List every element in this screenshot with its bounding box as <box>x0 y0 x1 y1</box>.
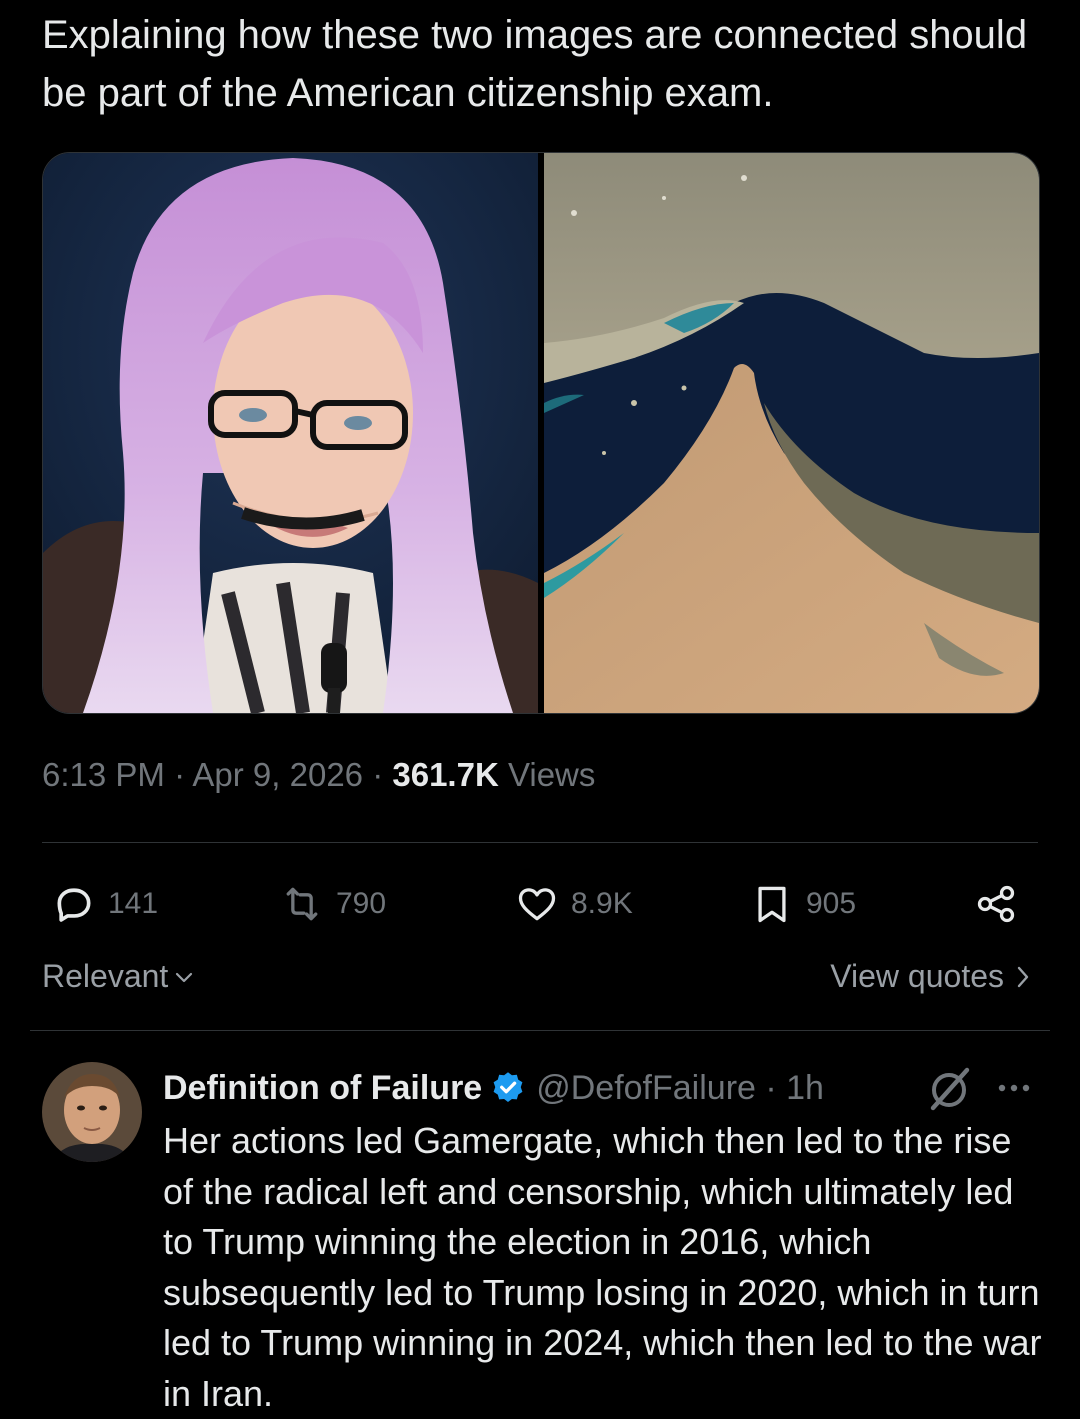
reply-count: 141 <box>108 887 159 920</box>
view-quotes-label: View quotes <box>830 958 1004 994</box>
repost-count: 790 <box>336 887 387 920</box>
views-count: 361.7K <box>392 756 499 793</box>
divider-bottom <box>30 1030 1050 1031</box>
sort-label: Relevant <box>42 958 169 994</box>
tweet-metadata: 6:13 PM · Apr 9, 2026 · 361.7K Views <box>42 756 595 794</box>
chevron-down-icon <box>176 972 193 982</box>
reply-header: Definition of Failure @DefofFailure · 1h <box>163 1060 824 1116</box>
reply-button[interactable]: 141 <box>52 870 158 938</box>
reply-avatar[interactable] <box>42 1062 142 1162</box>
tweet-media[interactable] <box>42 152 1040 714</box>
reply-author-name[interactable]: Definition of Failure <box>163 1069 482 1108</box>
tweet-text: Explaining how these two images are conn… <box>42 13 1028 115</box>
grok-slash-circle-icon[interactable] <box>925 1064 973 1112</box>
reply-text: Her actions led Gamergate, which then le… <box>163 1120 1042 1414</box>
share-icon <box>977 885 1015 923</box>
repost-button[interactable]: 790 <box>280 870 386 938</box>
bookmark-count: 905 <box>806 887 857 920</box>
bookmark-icon <box>758 886 786 923</box>
more-dots-icon[interactable] <box>990 1070 1038 1106</box>
share-button[interactable] <box>974 870 1018 938</box>
satellite-photo-image <box>544 153 1039 713</box>
speech-bubble-icon <box>57 888 91 922</box>
tweet-timestamp[interactable]: 6:13 PM · Apr 9, 2026 · <box>42 756 392 793</box>
view-quotes-link[interactable]: View quotes <box>830 958 1032 995</box>
chevron-right-icon <box>1017 966 1029 987</box>
like-count: 8.9K <box>571 887 633 920</box>
person-photo-image <box>43 153 538 713</box>
avatar-image <box>42 1062 142 1162</box>
divider-top <box>42 842 1038 843</box>
views-label: Views <box>498 756 596 793</box>
sort-relevant-dropdown[interactable]: Relevant <box>42 958 196 995</box>
reply-handle-time[interactable]: @DefofFailure · 1h <box>536 1069 824 1108</box>
bookmark-button[interactable]: 905 <box>750 870 856 938</box>
verified-badge-icon <box>493 1072 523 1102</box>
media-photo-satellite[interactable] <box>544 153 1039 713</box>
repost-arrows-icon <box>286 887 318 921</box>
like-button[interactable]: 8.9K <box>515 870 633 938</box>
heart-icon <box>518 888 556 921</box>
media-photo-person[interactable] <box>43 153 538 713</box>
action-bar: 141 790 8.9K 905 <box>42 870 1038 938</box>
